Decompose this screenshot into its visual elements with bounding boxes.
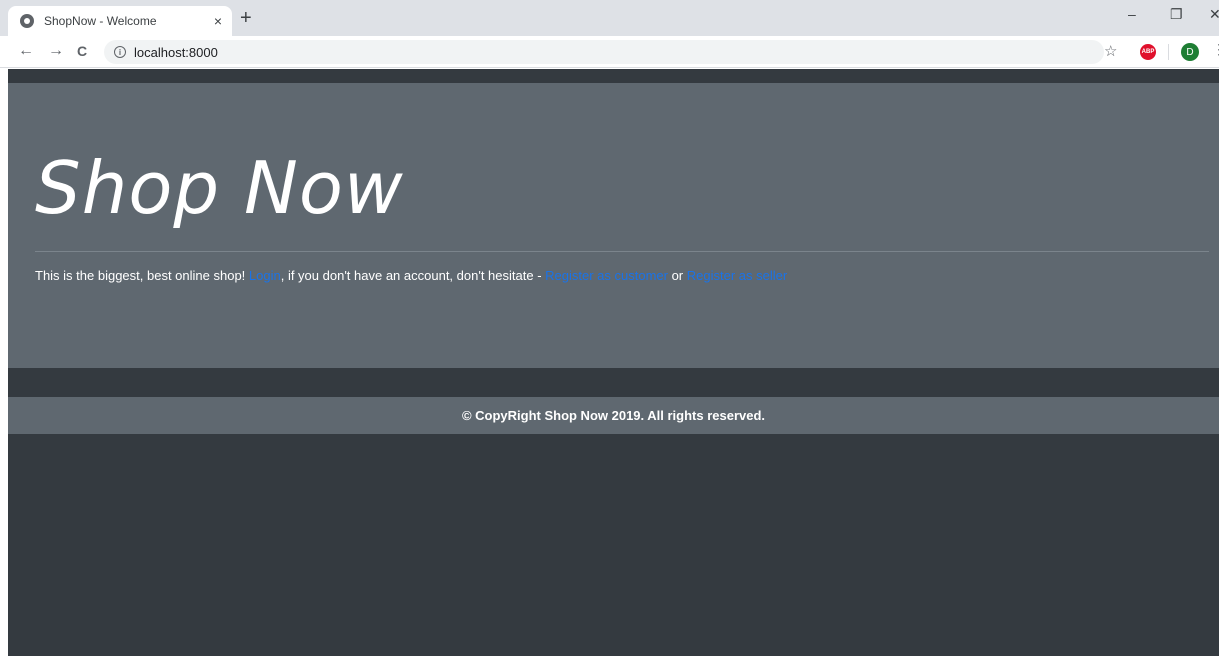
minimize-button[interactable]: – [1128,6,1136,22]
new-tab-button[interactable]: + [240,8,252,28]
tab-close-icon[interactable]: × [214,13,222,29]
profile-avatar[interactable]: D [1181,43,1199,61]
back-button[interactable]: ← [18,42,34,60]
page-title: Shop Now [35,146,404,230]
lead-text-2: , if you don't have an account, don't he… [280,268,546,283]
hero-jumbotron: Shop Now This is the biggest, best onlin… [8,83,1219,368]
restore-button[interactable]: ❐ [1170,6,1183,23]
hero-divider [35,251,1209,252]
close-window-button[interactable]: ✕ [1209,6,1219,23]
tab-title: ShopNow - Welcome [44,14,157,28]
forward-button[interactable]: → [48,42,64,60]
globe-icon [20,14,34,28]
info-icon[interactable]: i [114,46,126,58]
reload-button[interactable]: C [77,42,87,60]
address-bar[interactable]: i localhost:8000 [104,40,1104,64]
browser-tab-bar: ShopNow - Welcome × + – ❐ ✕ [0,0,1219,36]
star-icon[interactable]: ☆ [1104,42,1117,60]
browser-menu-icon[interactable]: ⋮ [1212,41,1219,58]
toolbar-separator [1168,44,1169,60]
login-link[interactable]: Login [249,268,281,283]
browser-toolbar: ← → C i localhost:8000 ☆ ABP D ⋮ [0,36,1219,68]
page-footer: © CopyRight Shop Now 2019. All rights re… [8,397,1219,434]
url-text[interactable]: localhost:8000 [134,45,218,60]
adblock-icon[interactable]: ABP [1140,44,1156,60]
lead-text-1: This is the biggest, best online shop! [35,268,249,283]
page-viewport: Shop Now This is the biggest, best onlin… [8,69,1219,656]
register-customer-link[interactable]: Register as customer [545,268,668,283]
hero-lead: This is the biggest, best online shop! L… [35,268,1192,283]
register-seller-link[interactable]: Register as seller [687,268,787,283]
browser-tab[interactable]: ShopNow - Welcome × [8,6,232,36]
copyright-text: © CopyRight Shop Now 2019. All rights re… [461,408,766,423]
lead-text-3: or [667,268,687,283]
